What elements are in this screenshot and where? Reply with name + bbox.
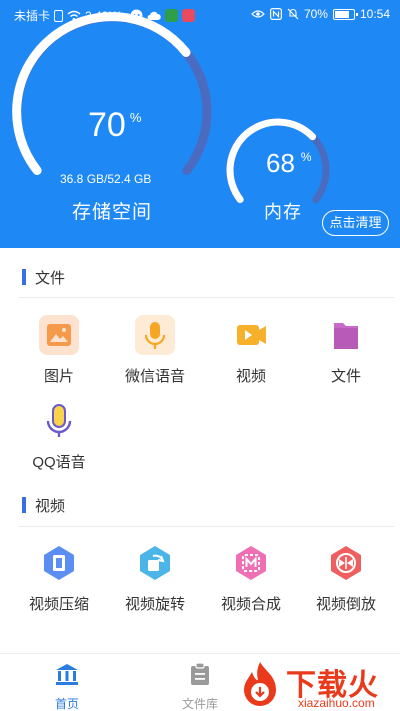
storage-label: 存储空间 (72, 202, 153, 223)
files-section-label: 文件 (35, 269, 66, 287)
video-section-label: 视频 (35, 497, 66, 515)
folder-icon (326, 315, 366, 355)
clean-button[interactable]: 点击清理 (322, 210, 389, 236)
site-watermark: 下载火 xiazaihuo.com (236, 660, 400, 711)
storage-gauge-fill (12, 12, 191, 175)
memory-percent-unit: % (300, 150, 312, 164)
tile-label: 微信语音 (124, 368, 185, 385)
files-section-title: 文件 (22, 267, 65, 287)
reverse-icon (326, 543, 366, 583)
header: 未插卡 2.49K/s 70% 10:54 70 % 36.8 GB/52.4 … (0, 0, 400, 248)
video-icon (231, 315, 271, 355)
tile-pictures[interactable]: 图片 (11, 315, 107, 386)
clipboard-icon (191, 662, 209, 685)
tile-label: QQ语音 (32, 454, 86, 471)
tile-label: 视频压缩 (28, 596, 89, 613)
image-icon (39, 315, 79, 355)
tile-label: 文件 (330, 368, 361, 385)
tab-file-library-label: 文件库 (181, 697, 218, 711)
tab-home[interactable]: 首页 (27, 662, 107, 711)
memory-percent: 68% (266, 148, 312, 179)
home-bank-icon (56, 664, 78, 685)
storage-percent: 70% (88, 106, 141, 145)
merge-icon (231, 543, 271, 583)
qq-microphone-icon (39, 401, 79, 441)
tile-label: 视频 (235, 368, 266, 385)
tile-video-rotate[interactable]: 视频旋转 (107, 543, 203, 614)
memory-label: 内存 (264, 202, 302, 222)
tab-home-label: 首页 (54, 697, 79, 711)
tab-file-library[interactable]: 文件库 (160, 662, 240, 711)
tile-video-reverse[interactable]: 视频倒放 (298, 543, 394, 614)
section-accent-bar (22, 269, 26, 285)
tile-videos[interactable]: 视频 (203, 315, 299, 386)
tile-wechat-voice[interactable]: 微信语音 (107, 315, 203, 386)
tile-label: 图片 (43, 368, 74, 385)
tile-files[interactable]: 文件 (298, 315, 394, 386)
video-divider (18, 526, 394, 527)
storage-usage: 36.8 GB/52.4 GB (60, 172, 152, 186)
video-section-title: 视频 (22, 495, 65, 515)
memory-percent-value: 68 (266, 148, 295, 178)
tile-label: 视频倒放 (315, 596, 376, 613)
section-accent-bar (22, 497, 26, 513)
flame-logo-icon (244, 662, 276, 706)
storage-percent-value: 70 (88, 106, 126, 144)
rotate-icon (135, 543, 175, 583)
microphone-icon (135, 315, 175, 355)
tile-label: 视频旋转 (124, 596, 185, 613)
storage-percent-unit: % (129, 110, 142, 125)
tile-video-compress[interactable]: 视频压缩 (11, 543, 107, 614)
tile-qq-voice[interactable]: QQ语音 (11, 401, 107, 472)
files-divider (18, 297, 394, 298)
tile-label: 视频合成 (220, 596, 281, 613)
compress-icon (39, 543, 79, 583)
tile-video-merge[interactable]: 视频合成 (203, 543, 299, 614)
watermark-url: xiazaihuo.com (298, 696, 375, 710)
